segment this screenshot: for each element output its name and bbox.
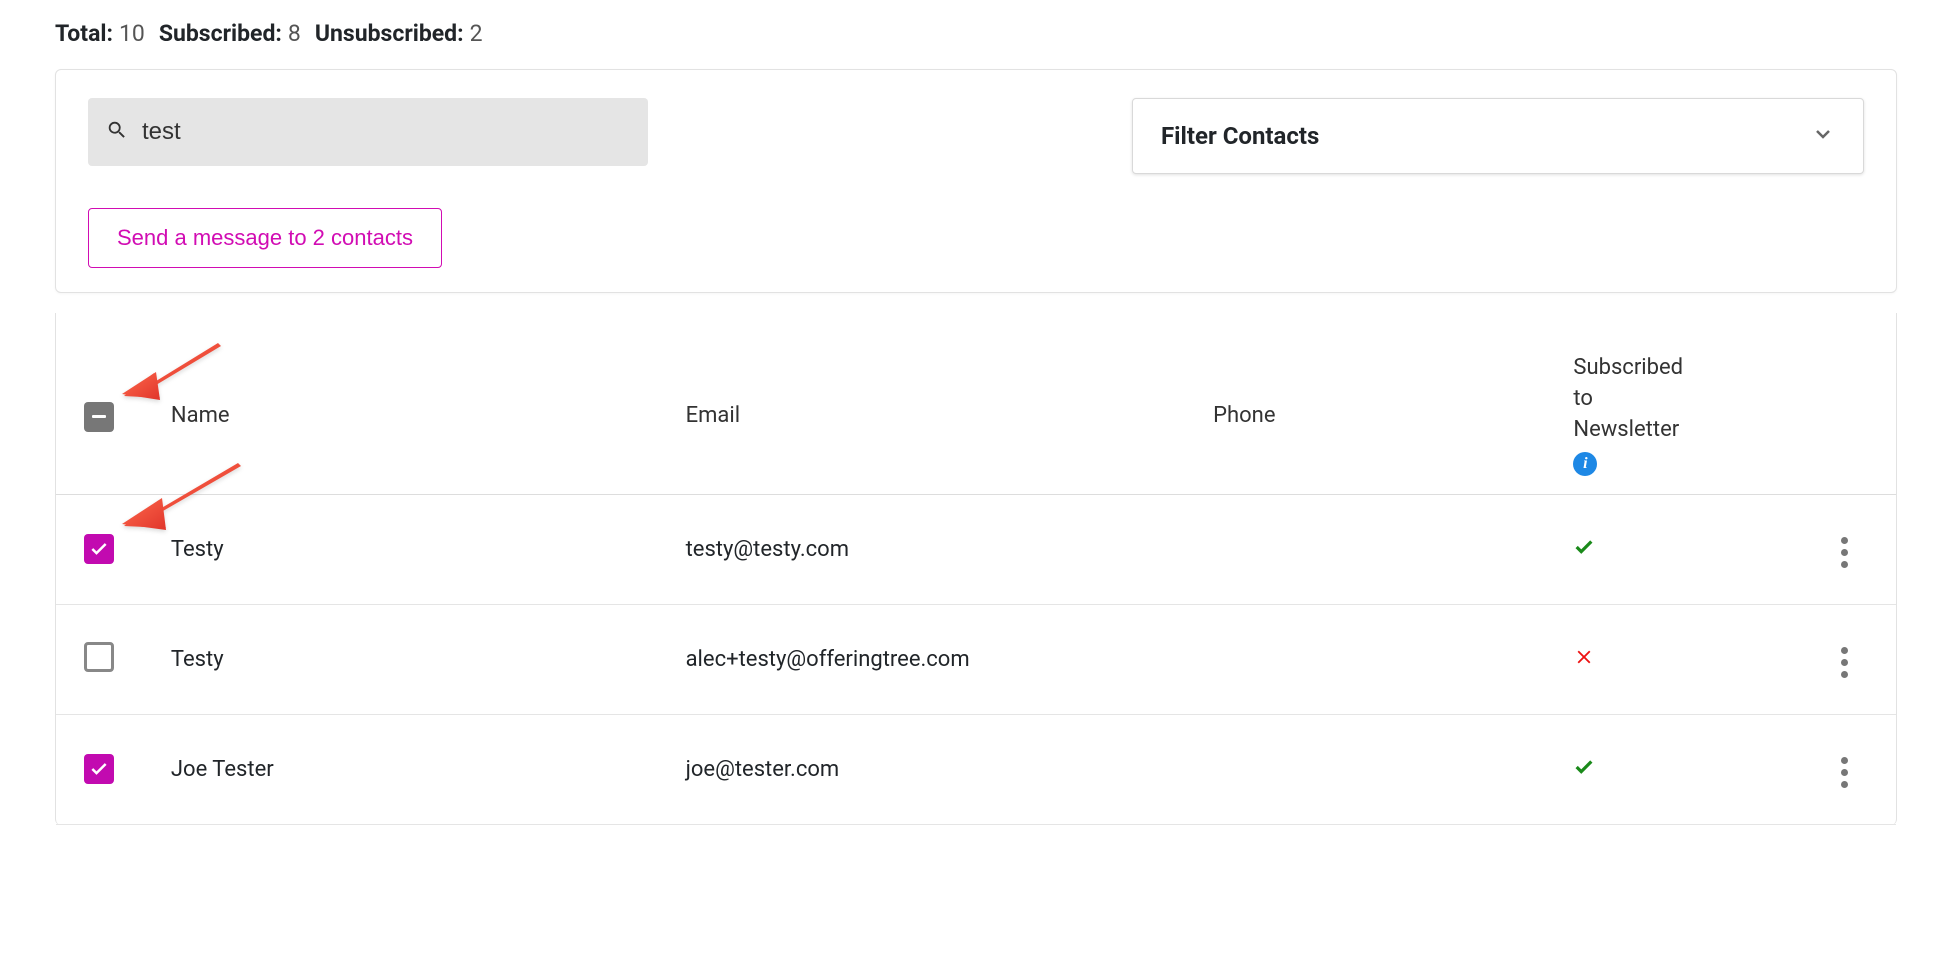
stat-subscribed-value: 8	[288, 20, 301, 47]
cell-subscribed	[1561, 715, 1793, 825]
table-row: Testyalec+testy@offeringtree.com	[56, 605, 1896, 715]
cell-email: joe@tester.com	[674, 715, 1202, 825]
controls-panel: Filter Contacts Send a message to 2 cont…	[55, 69, 1897, 293]
stat-subscribed-label: Subscribed:	[159, 20, 282, 47]
cell-subscribed	[1561, 495, 1793, 605]
cell-name[interactable]: Joe Tester	[159, 715, 674, 825]
stat-total-label: Total:	[55, 20, 113, 47]
send-message-button[interactable]: Send a message to 2 contacts	[88, 208, 442, 268]
row-checkbox[interactable]	[84, 754, 114, 784]
row-actions-menu[interactable]	[1831, 641, 1858, 684]
search-field[interactable]	[88, 98, 648, 166]
cell-email: alec+testy@offeringtree.com	[674, 605, 1202, 715]
row-checkbox[interactable]	[84, 642, 114, 672]
filter-contacts-dropdown[interactable]: Filter Contacts	[1132, 98, 1864, 174]
cell-name[interactable]: Testy	[159, 495, 674, 605]
info-icon[interactable]: i	[1573, 452, 1597, 476]
select-all-checkbox[interactable]	[84, 402, 114, 432]
cell-subscribed	[1561, 605, 1793, 715]
subscribed-header-1: Subscribed	[1573, 355, 1781, 380]
x-icon	[1573, 649, 1595, 674]
cell-email: testy@testy.com	[674, 495, 1202, 605]
chevron-down-icon	[1811, 122, 1835, 150]
cell-phone	[1201, 605, 1561, 715]
subscribed-header-2: to	[1573, 386, 1781, 411]
cell-phone	[1201, 495, 1561, 605]
column-header-subscribed: Subscribed to Newsletter i	[1561, 313, 1793, 495]
row-checkbox[interactable]	[84, 534, 114, 564]
row-actions-menu[interactable]	[1831, 531, 1858, 574]
row-actions-menu[interactable]	[1831, 751, 1858, 794]
stat-unsubscribed-label: Unsubscribed:	[315, 20, 464, 47]
column-header-name[interactable]: Name	[159, 313, 674, 495]
column-header-phone[interactable]: Phone	[1201, 313, 1561, 495]
table-row: Joe Testerjoe@tester.com	[56, 715, 1896, 825]
search-input[interactable]	[142, 118, 630, 146]
contacts-table: Name Email Phone Subscribed to Newslette…	[55, 313, 1897, 825]
subscribed-header-3: Newsletter	[1573, 417, 1781, 442]
check-icon	[1573, 539, 1595, 564]
filter-label: Filter Contacts	[1161, 122, 1319, 150]
table-body: Testytesty@testy.comTestyalec+testy@offe…	[56, 495, 1896, 825]
column-header-email[interactable]: Email	[674, 313, 1202, 495]
stats-bar: Total: 10 Subscribed: 8 Unsubscribed: 2	[55, 20, 1897, 47]
cell-phone	[1201, 715, 1561, 825]
stat-unsubscribed-value: 2	[470, 20, 483, 47]
check-icon	[1573, 759, 1595, 784]
search-icon	[106, 119, 128, 145]
cell-name[interactable]: Testy	[159, 605, 674, 715]
table-row: Testytesty@testy.com	[56, 495, 1896, 605]
stat-total-value: 10	[119, 20, 145, 47]
